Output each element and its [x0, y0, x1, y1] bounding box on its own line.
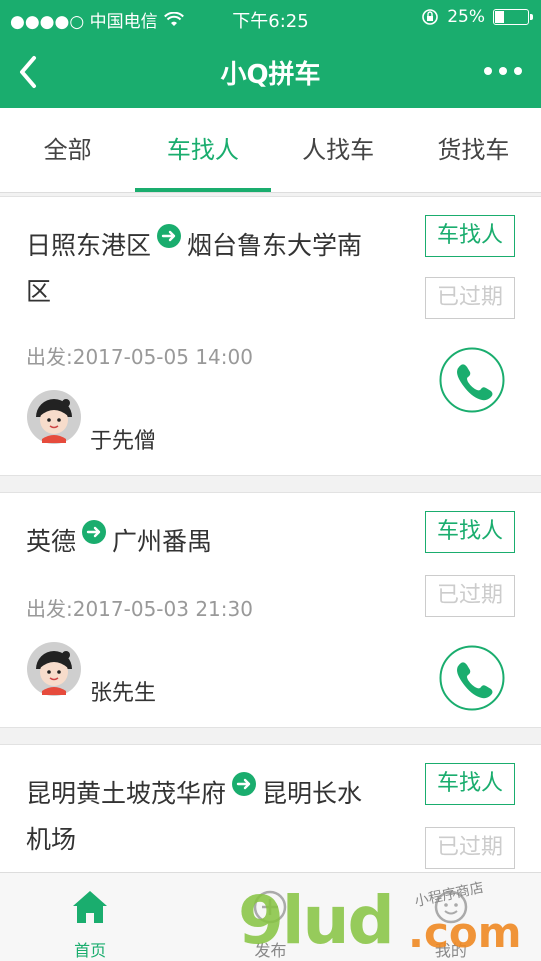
expired-badge: 已过期	[425, 277, 515, 319]
driver-name: 张先生	[90, 681, 157, 706]
publish-icon	[254, 890, 287, 924]
route-to-cont: 机场	[26, 825, 77, 854]
filter-tabs: 全部 车找人 人找车 货找车	[0, 108, 541, 193]
route-from: 昆明黄土坡茂华府	[26, 779, 227, 808]
phone-call-icon[interactable]	[439, 347, 505, 413]
tab-car-seeking-passenger[interactable]: 车找人	[135, 108, 271, 192]
driver-name: 于先僧	[90, 429, 157, 454]
ride-card[interactable]: 英德 广州番禺 出发:2017-05-03 21:30 张先生 车找人 已过期	[0, 492, 541, 728]
tabbar-home[interactable]: 首页	[0, 873, 180, 961]
route-from: 英德	[26, 527, 77, 556]
depart-time: 出发:2017-05-05 14:00	[26, 345, 253, 369]
nav-bar: 小Q拼车	[0, 36, 541, 108]
ride-type-badge: 车找人	[425, 763, 515, 805]
route: 日照东港区 烟台鲁东大学南区	[26, 223, 416, 315]
battery-icon	[493, 9, 533, 25]
rotation-lock-icon	[422, 9, 439, 25]
ride-type-badge: 车找人	[425, 511, 515, 553]
ride-card[interactable]: 日照东港区 烟台鲁东大学南区 出发:2017-05-05 14:00 于先僧 车找…	[0, 196, 541, 476]
route-to-cont: 区	[26, 277, 52, 306]
ride-type-badge: 车找人	[425, 215, 515, 257]
avatar	[27, 642, 81, 696]
ride-card[interactable]: 昆明黄土坡茂华府 昆明长水机场 车找人 已过期	[0, 744, 541, 886]
route-to: 广州番禺	[112, 527, 213, 556]
battery-area: 25%	[421, 7, 533, 27]
tab-passenger-seeking-car[interactable]: 人找车	[271, 108, 406, 192]
avatar	[27, 390, 81, 444]
tabbar-label: 首页	[74, 941, 107, 960]
tabbar-label: 发布	[254, 941, 287, 960]
home-icon	[73, 891, 108, 923]
tabbar-label: 我的	[434, 941, 467, 960]
battery-percent: 25%	[447, 7, 485, 27]
phone-call-icon[interactable]	[439, 645, 505, 711]
profile-icon	[434, 890, 468, 924]
tabbar-profile[interactable]: 我的	[361, 873, 541, 961]
arrow-right-icon	[232, 772, 257, 796]
tabbar-publish[interactable]: 发布	[180, 873, 360, 961]
bottom-tab-bar: 首页 发布 我的	[0, 872, 541, 961]
page-title: 小Q拼车	[220, 60, 321, 90]
expired-badge: 已过期	[425, 827, 515, 869]
status-bar: ●●●●○ 中国电信 下午6:25 25%	[0, 0, 541, 36]
tab-cargo-seeking-car[interactable]: 货找车	[406, 108, 541, 192]
arrow-right-icon	[82, 520, 107, 544]
more-icon[interactable]	[483, 60, 523, 82]
route: 英德 广州番禺	[26, 519, 416, 565]
route-to: 烟台鲁东大学南	[187, 231, 363, 260]
expired-badge: 已过期	[425, 575, 515, 617]
depart-time: 出发:2017-05-03 21:30	[26, 597, 253, 621]
arrow-right-icon	[157, 224, 182, 248]
route: 昆明黄土坡茂华府 昆明长水机场	[26, 771, 416, 863]
tab-all[interactable]: 全部	[0, 108, 135, 192]
route-from: 日照东港区	[26, 231, 152, 260]
route-to: 昆明长水	[262, 779, 363, 808]
